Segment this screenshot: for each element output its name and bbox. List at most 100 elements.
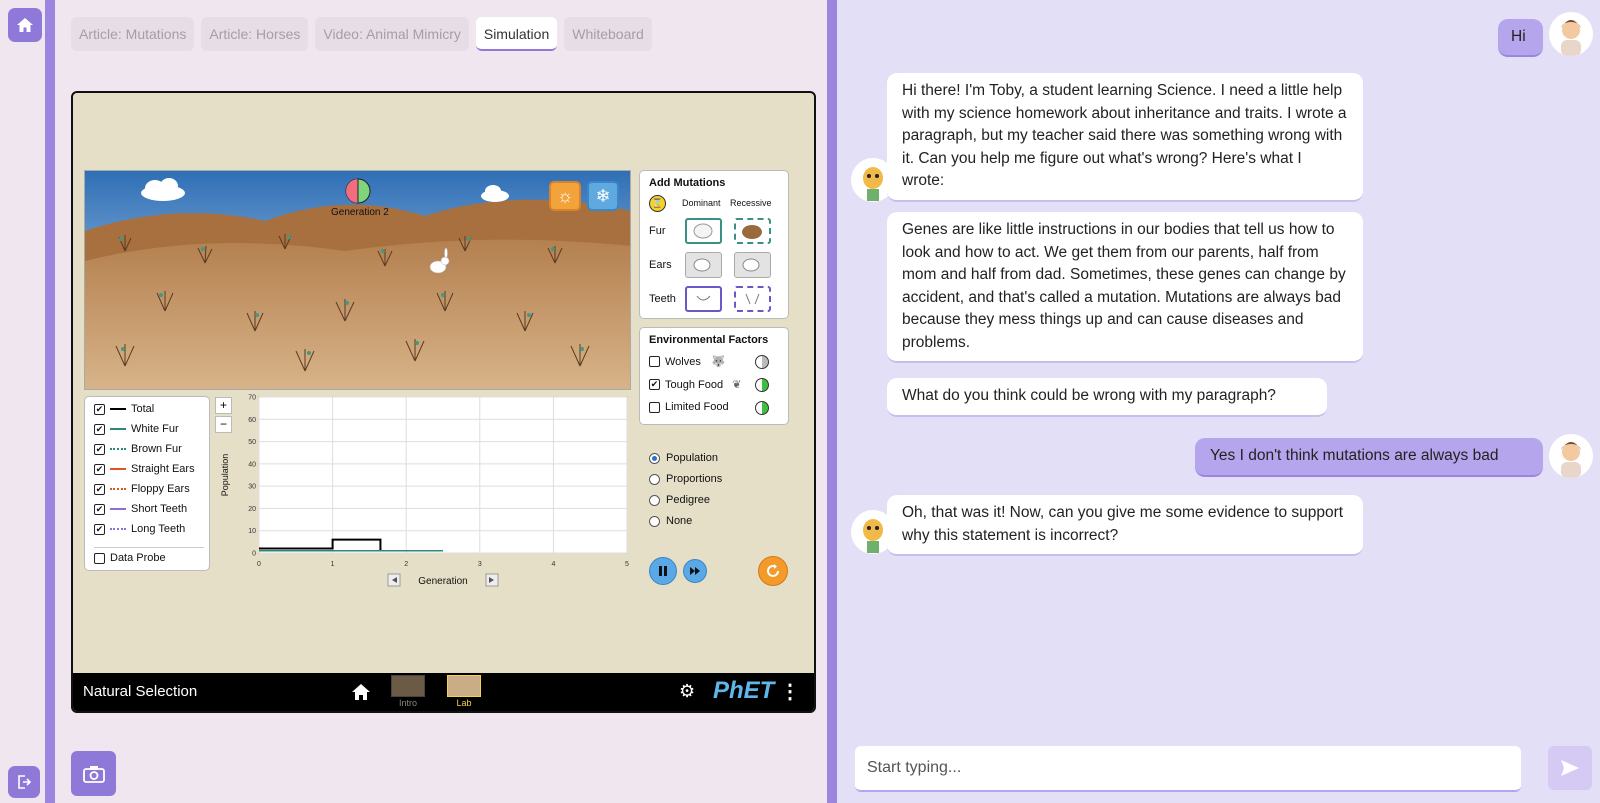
add-mutations-panel: Add Mutations ⌛ Dominant Recessive Fur E… — [639, 170, 789, 319]
exit-button[interactable] — [8, 766, 40, 798]
legend-item[interactable]: ✔ White Fur — [94, 423, 179, 435]
data-probe-toggle[interactable]: Data Probe — [94, 552, 166, 564]
legend-checkbox[interactable]: ✔ — [94, 483, 105, 495]
floppy-ears-icon — [742, 258, 760, 272]
ears-label: Ears — [649, 259, 672, 271]
teeth-recessive-button[interactable] — [734, 286, 771, 312]
message-input[interactable] — [855, 746, 1521, 790]
user-message: Yes I don't think mutations are always b… — [1195, 438, 1543, 477]
none-radio[interactable] — [649, 515, 660, 527]
legend-label: Short Teeth — [131, 503, 188, 515]
pause-button[interactable] — [649, 557, 677, 585]
screen-lab-button[interactable]: Lab — [446, 675, 482, 709]
legend-item[interactable]: ✔ Brown Fur — [94, 443, 182, 455]
wolves-toggle[interactable]: Wolves 🐺 — [649, 355, 726, 368]
reset-button[interactable] — [758, 556, 788, 586]
screen-intro-button[interactable]: Intro — [390, 675, 426, 709]
fur-dominant-button[interactable] — [685, 218, 722, 244]
tough-food-toggle[interactable]: ✔ Tough Food ❦ — [649, 378, 741, 391]
tough-food-indicator-icon — [755, 378, 769, 392]
legend-label: Brown Fur — [131, 443, 182, 455]
y-tick-label: 30 — [248, 484, 256, 491]
pedigree-radio[interactable] — [649, 494, 660, 506]
population-graph: 0 1 2 3 4 5010203040506070PopulationGeneratio… — [220, 395, 629, 588]
tough-food-checkbox[interactable]: ✔ — [649, 379, 660, 390]
legend-label: Long Teeth — [131, 523, 186, 535]
ears-dominant-button[interactable] — [685, 252, 722, 278]
y-tick-label: 60 — [248, 417, 256, 424]
legend-label: Floppy Ears — [131, 483, 190, 495]
home-button[interactable] — [8, 8, 42, 42]
y-tick-label: 50 — [248, 439, 256, 446]
summer-button[interactable]: ☼ — [549, 181, 581, 211]
limited-food-checkbox[interactable] — [649, 401, 660, 413]
screenshot-button[interactable] — [71, 751, 116, 796]
mode-proportions[interactable]: Proportions — [649, 473, 722, 485]
fur-label: Fur — [649, 225, 666, 237]
environmental-factors-panel: Environmental Factors Wolves 🐺 ✔ Tough F… — [639, 327, 789, 425]
y-tick-label: 40 — [248, 461, 256, 468]
winter-button[interactable]: ❄ — [587, 181, 619, 211]
user-avatar — [1549, 434, 1593, 478]
proportions-radio[interactable] — [649, 473, 660, 485]
straight-ears-icon — [693, 258, 711, 272]
intro-thumbnail — [391, 675, 425, 697]
navbar-home-icon[interactable] — [350, 682, 372, 707]
white-fur-icon — [693, 223, 713, 239]
legend-label: Straight Ears — [131, 463, 195, 475]
legend-item[interactable]: ✔ Total — [94, 403, 154, 415]
legend-item[interactable]: ✔ Floppy Ears — [94, 483, 190, 495]
tab-video-animal-mimicry[interactable]: Video: Animal Mimicry — [315, 17, 469, 51]
wolves-checkbox[interactable] — [649, 356, 660, 367]
legend-label: White Fur — [131, 423, 179, 435]
legend-swatch — [110, 428, 126, 430]
mode-pedigree[interactable]: Pedigree — [649, 494, 710, 506]
legend-swatch — [110, 488, 126, 490]
hourglass-icon: ⌛ — [649, 195, 666, 212]
logout-icon — [18, 775, 32, 789]
user-message: Hi — [1498, 19, 1543, 57]
x-tick-label: 0 — [257, 561, 261, 568]
wolves-label: Wolves — [665, 355, 701, 368]
ears-recessive-button[interactable] — [734, 252, 771, 278]
kebab-menu-icon[interactable]: ⋮ — [780, 679, 800, 704]
camera-icon — [82, 765, 105, 783]
mode-population[interactable]: Population — [649, 452, 718, 464]
fast-forward-button[interactable] — [683, 559, 707, 583]
intro-label: Intro — [398, 698, 417, 708]
legend-item[interactable]: ✔ Short Teeth — [94, 503, 187, 515]
legend-item[interactable]: ✔ Long Teeth — [94, 523, 185, 535]
teeth-dominant-button[interactable] — [685, 286, 722, 312]
data-probe-checkbox[interactable] — [94, 552, 105, 564]
send-button[interactable] — [1548, 746, 1592, 790]
pedigree-label: Pedigree — [666, 494, 711, 506]
legend-checkbox[interactable]: ✔ — [94, 503, 105, 515]
bot-message: Oh, that was it! Now, can you give me so… — [887, 495, 1363, 556]
legend-item[interactable]: ✔ Straight Ears — [94, 463, 195, 475]
limited-food-toggle[interactable]: Limited Food — [649, 401, 729, 413]
mode-none[interactable]: None — [649, 515, 692, 527]
tab-article-mutations[interactable]: Article: Mutations — [71, 17, 195, 51]
x-tick-label: 2 — [404, 561, 408, 568]
simulation-frame: Generation 2 ☼ ❄ Add Mutations ⌛ Dominan… — [71, 91, 816, 713]
tough-food-label: Tough Food — [665, 378, 724, 391]
legend-divider — [94, 547, 204, 548]
phet-logo[interactable]: PhET — [713, 677, 774, 705]
legend-checkbox[interactable]: ✔ — [94, 463, 105, 475]
habitat-scene: Generation 2 ☼ ❄ — [84, 170, 631, 390]
content-panel: Article: Mutations Article: Horses Video… — [55, 0, 832, 803]
resource-tabs: Article: Mutations Article: Horses Video… — [71, 17, 652, 51]
tab-whiteboard[interactable]: Whiteboard — [564, 17, 652, 51]
legend-checkbox[interactable]: ✔ — [94, 523, 105, 535]
settings-gear-icon[interactable]: ⚙ — [679, 681, 695, 702]
legend-checkbox[interactable]: ✔ — [94, 423, 105, 435]
tab-article-horses[interactable]: Article: Horses — [201, 17, 309, 51]
fur-recessive-button[interactable] — [734, 218, 771, 244]
legend-checkbox[interactable]: ✔ — [94, 443, 105, 455]
graph-legend: ✔ Total ✔ White Fur ✔ Brown Fur ✔ Straight Ears… — [84, 396, 210, 571]
y-tick-label: 20 — [248, 506, 256, 513]
population-radio[interactable] — [649, 452, 660, 464]
legend-checkbox[interactable]: ✔ — [94, 403, 105, 415]
short-teeth-icon — [696, 295, 711, 301]
tab-simulation[interactable]: Simulation — [475, 17, 558, 51]
